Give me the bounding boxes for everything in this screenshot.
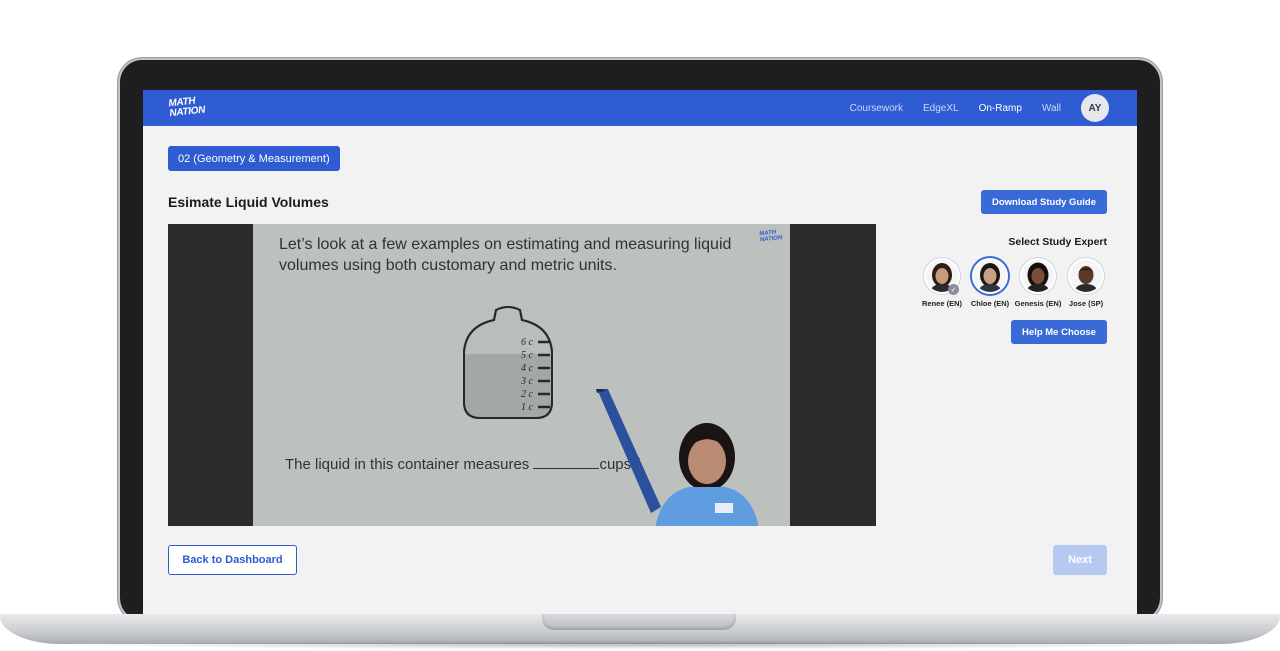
expert-jose-avatar	[1068, 258, 1104, 294]
math-nation-logo[interactable]: MATH NATION	[168, 91, 215, 125]
download-study-guide-button[interactable]: Download Study Guide	[981, 190, 1107, 214]
presenter-with-marker	[596, 389, 759, 526]
expert-genesis-name: Genesis (EN)	[1014, 299, 1062, 308]
expert-genesis-avatar	[1020, 258, 1056, 294]
unit-button[interactable]: 02 (Geometry & Measurement)	[168, 146, 340, 171]
jar-mark-6: 6 c	[521, 337, 534, 348]
person-icon	[1074, 266, 1098, 292]
selected-check-icon: ✓	[948, 284, 959, 295]
nav-link-coursework[interactable]: Coursework	[850, 103, 903, 114]
back-to-dashboard-button[interactable]: Back to Dashboard	[168, 545, 297, 575]
person-icon	[1026, 262, 1050, 292]
slide-logo-line-2: NATION	[759, 235, 783, 244]
question-blank	[533, 468, 600, 469]
laptop-shadow	[40, 641, 1240, 649]
next-button[interactable]: Next	[1053, 545, 1107, 575]
expert-chloe[interactable]: ✓ Chloe (EN)	[948, 258, 1013, 308]
nav-links: Coursework EdgeXL On-Ramp Wall AY	[850, 94, 1109, 122]
slide-question: The liquid in this container measures cu…	[285, 456, 640, 473]
help-me-choose-button[interactable]: Help Me Choose	[1011, 320, 1107, 344]
lesson-title: Esimate Liquid Volumes	[168, 194, 329, 210]
slide-text: Let’s look at a few examples on estimati…	[279, 236, 732, 274]
measuring-jar-illustration: 6 c 5 c 4 c 3 c 2 c 1 c	[463, 306, 553, 419]
top-navigation: MATH NATION Coursework EdgeXL On-Ramp Wa…	[143, 90, 1137, 126]
expert-chloe-name: Chloe (EN)	[970, 299, 1010, 308]
expert-jose[interactable]: Jose (SP)	[1063, 258, 1109, 308]
expert-renee[interactable]: Renee (EN)	[919, 258, 965, 308]
app-screen: MATH NATION Coursework EdgeXL On-Ramp Wa…	[143, 90, 1137, 614]
question-prefix: The liquid in this container measures	[285, 456, 530, 473]
jar-mark-4: 4 c	[521, 363, 534, 374]
laptop-notch	[542, 614, 736, 630]
study-expert-heading: Select Study Expert	[1008, 236, 1107, 248]
video-player[interactable]: Let’s look at a few examples on estimati…	[168, 224, 876, 526]
jar-mark-1: 1 c	[521, 402, 534, 413]
nav-link-on-ramp[interactable]: On-Ramp	[979, 103, 1022, 114]
nav-link-edgexl[interactable]: EdgeXL	[923, 103, 959, 114]
study-expert-list: Renee (EN) ✓ Chloe (EN) Genesis (EN) Jos…	[919, 258, 1109, 308]
jar-mark-2: 2 c	[521, 389, 534, 400]
person-icon	[978, 263, 1002, 292]
expert-jose-name: Jose (SP)	[1068, 299, 1104, 308]
jar-mark-5: 5 c	[521, 350, 534, 361]
expert-renee-name: Renee (EN)	[921, 299, 962, 308]
user-avatar[interactable]: AY	[1081, 94, 1109, 122]
video-frame: Let’s look at a few examples on estimati…	[253, 224, 790, 526]
expert-chloe-avatar	[972, 258, 1008, 294]
logo-line-2: NATION	[168, 104, 206, 120]
jar-mark-3: 3 c	[520, 376, 534, 387]
expert-genesis[interactable]: Genesis (EN)	[1015, 258, 1061, 308]
nav-link-wall[interactable]: Wall	[1042, 103, 1061, 114]
slide-logo: MATH NATION	[759, 229, 787, 252]
